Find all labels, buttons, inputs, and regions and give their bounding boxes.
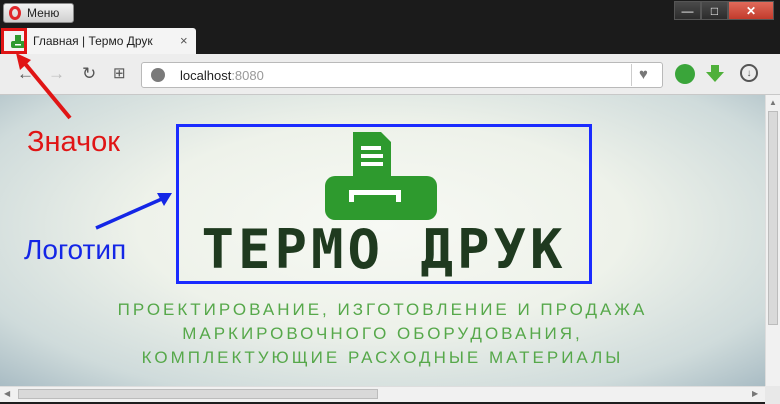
annotation-arrows: [16, 53, 172, 230]
browser-window: Меню — □ ✕ Главная | Термо Друк × + ← → …: [0, 0, 780, 404]
logo-annotation-label: Логотип: [24, 234, 127, 265]
icon-annotation-label: Значок: [27, 126, 120, 158]
